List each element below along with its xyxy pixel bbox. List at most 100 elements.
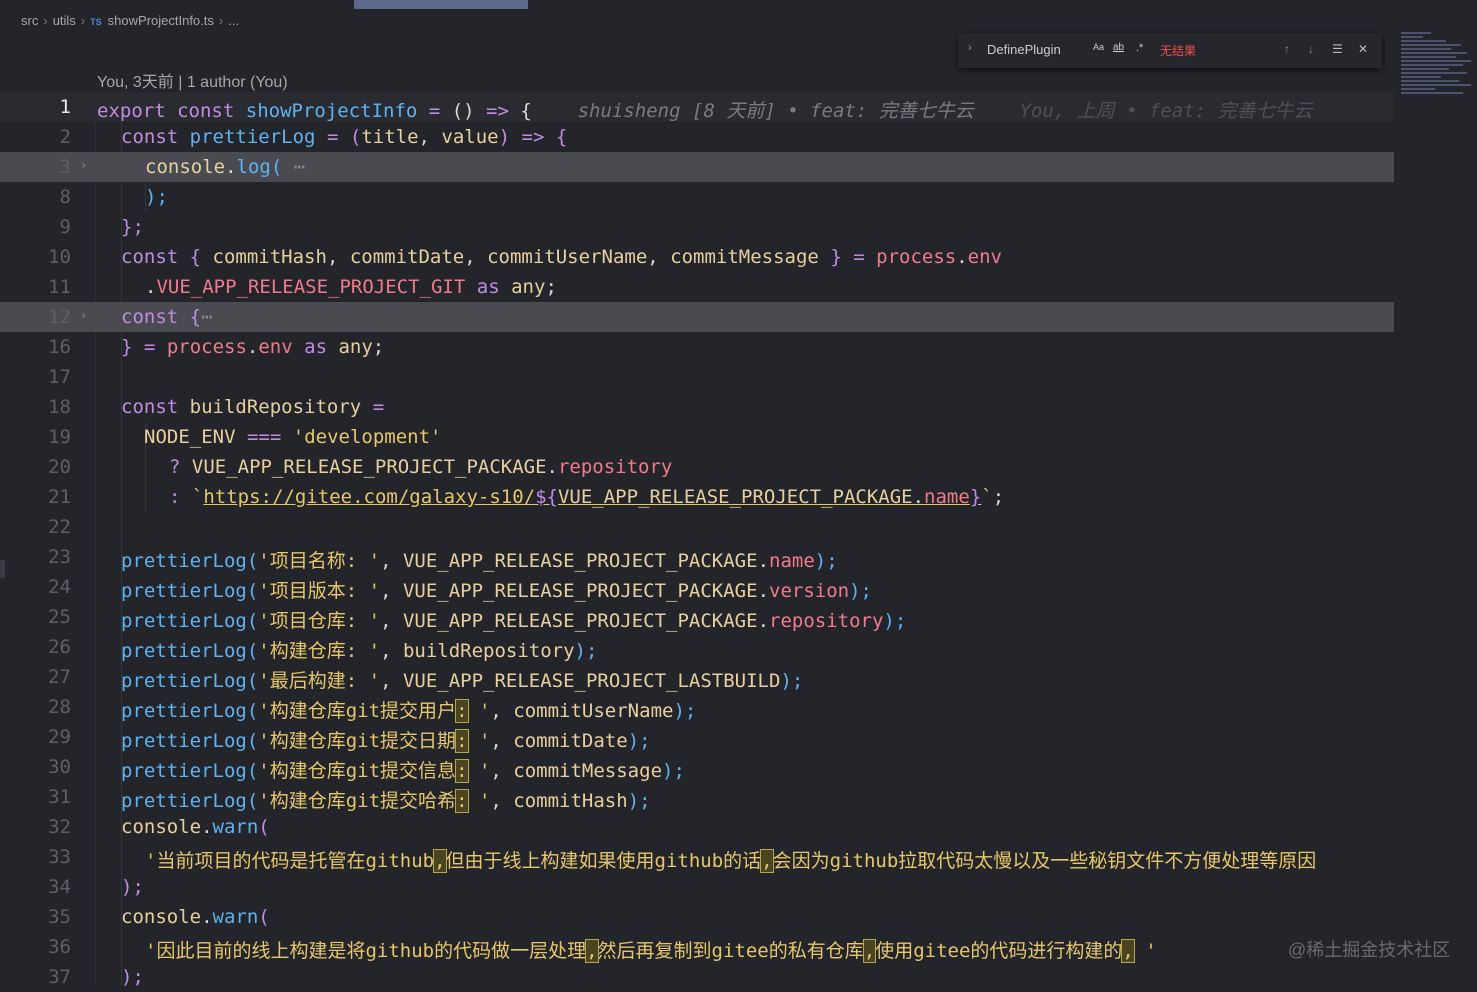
code-line-16[interactable]: 16 } = process.env as any; xyxy=(0,332,1394,362)
unicode-highlight-box: , xyxy=(433,849,447,873)
breadcrumb-item-file[interactable]: showProjectInfo.ts xyxy=(108,13,214,28)
code-line-12-folded[interactable]: 12 › const {⋯ xyxy=(0,302,1394,332)
token-string: ' xyxy=(467,700,491,722)
token-variable: console xyxy=(121,816,202,838)
code-line-27[interactable]: 27 prettierLog('最后构建: ', VUE_APP_RELEASE… xyxy=(0,662,1394,692)
code-line-8[interactable]: 8 ); xyxy=(0,182,1394,212)
token-url-link[interactable]: https://gitee.com/galaxy-s10/ xyxy=(203,486,535,508)
token-variable: commitDate xyxy=(513,730,628,752)
code-line-37[interactable]: 37 ); xyxy=(0,962,1394,992)
token-keyword: const xyxy=(177,100,235,122)
fold-chevron-icon[interactable]: › xyxy=(80,308,87,322)
folded-ellipsis-icon[interactable]: ⋯ xyxy=(294,156,305,178)
code-line-33[interactable]: 33 '当前项目的代码是托管在github,但由于线上构建如果使用github的… xyxy=(0,842,1394,873)
minimap[interactable] xyxy=(1401,30,1477,100)
code-line-23[interactable]: 23 prettierLog('项目名称: ', VUE_APP_RELEASE… xyxy=(0,542,1394,572)
minimap-line xyxy=(1401,36,1423,38)
code-line-32[interactable]: 32 console.warn( xyxy=(0,812,1394,842)
token-punct: . xyxy=(757,550,770,572)
token-property: name xyxy=(769,550,815,572)
token-property: env xyxy=(258,336,293,358)
code-line-1[interactable]: 1 export const showProjectInfo = () => {… xyxy=(0,92,1394,122)
code-line-24[interactable]: 24 prettierLog('项目版本: ', VUE_APP_RELEASE… xyxy=(0,572,1394,602)
code-line-31[interactable]: 31 prettierLog('构建仓库git提交哈希: ', commitHa… xyxy=(0,782,1394,813)
line-number: 21 xyxy=(48,486,71,508)
find-input[interactable]: DefinePlugin xyxy=(987,42,1061,57)
breadcrumb-item-src[interactable]: src xyxy=(21,13,38,28)
token-punct: ); xyxy=(883,610,907,632)
code-line-36[interactable]: 36 '因此目前的线上构建是将github的代码做一层处理,然后再复制到gite… xyxy=(0,932,1394,963)
close-icon[interactable]: ✕ xyxy=(1358,42,1368,56)
code-line-9[interactable]: 9 }; xyxy=(0,212,1394,242)
code-text: console.warn( xyxy=(121,816,270,838)
code-line-2[interactable]: 2 const prettierLog = (title, value) => … xyxy=(0,122,1394,152)
toggle-replace-chevron-icon[interactable]: › xyxy=(968,42,972,54)
minimap-line xyxy=(1401,56,1456,58)
code-text: ); xyxy=(145,186,168,208)
code-line-10[interactable]: 10 const { commitHash, commitDate, commi… xyxy=(0,242,1394,272)
token-punct: ( xyxy=(246,670,259,692)
code-text: ); xyxy=(121,876,144,898)
unicode-highlight-box: : xyxy=(455,789,469,813)
code-text: ); xyxy=(121,966,144,988)
token-object: process xyxy=(876,246,957,268)
code-line-3-folded[interactable]: 3 › console.log( ⋯ xyxy=(0,152,1394,182)
code-line-25[interactable]: 25 prettierLog('项目仓库: ', VUE_APP_RELEASE… xyxy=(0,602,1394,632)
folded-ellipsis-icon[interactable]: ⋯ xyxy=(201,306,212,328)
token-punct: , xyxy=(647,246,671,268)
token-punct: . xyxy=(225,156,237,178)
token-punct: ) xyxy=(498,126,511,148)
arrow-up-icon[interactable]: ↑ xyxy=(1284,42,1290,56)
code-line-34[interactable]: 34 ); xyxy=(0,872,1394,902)
code-line-28[interactable]: 28 prettierLog('构建仓库git提交用户: ', commitUs… xyxy=(0,692,1394,723)
code-line-30[interactable]: 30 prettierLog('构建仓库git提交信息: ', commitMe… xyxy=(0,752,1394,783)
find-in-selection-icon[interactable]: ☰ xyxy=(1332,42,1343,56)
line-number: 17 xyxy=(48,366,71,388)
code-line-20[interactable]: 20 ? VUE_APP_RELEASE_PROJECT_PACKAGE.rep… xyxy=(0,452,1394,482)
token-punct: ( xyxy=(246,550,259,572)
code-line-22[interactable]: 22 xyxy=(0,512,1394,542)
code-line-19[interactable]: 19 NODE_ENV === 'development' xyxy=(0,422,1394,452)
token-punct: ); xyxy=(673,700,697,722)
token-param: value xyxy=(441,126,499,148)
regex-toggle[interactable]: .* xyxy=(1136,42,1143,54)
token-function: log xyxy=(236,156,271,178)
token-string: '最后构建: ' xyxy=(258,670,381,692)
token-variable: VUE_APP_RELEASE_PROJECT_PACKAGE xyxy=(402,580,758,602)
token-property: VUE_APP_RELEASE_PROJECT_GIT xyxy=(156,276,466,298)
token-string: ' xyxy=(467,790,491,812)
token-punct: ( xyxy=(246,640,259,662)
fold-chevron-icon[interactable]: › xyxy=(80,158,87,172)
code-line-18[interactable]: 18 const buildRepository = xyxy=(0,392,1394,422)
token-punct: ); xyxy=(121,876,144,898)
code-text: .VUE_APP_RELEASE_PROJECT_GIT as any; xyxy=(145,276,557,298)
minimap-line xyxy=(1401,32,1431,34)
token-punct: ); xyxy=(780,670,804,692)
code-line-29[interactable]: 29 prettierLog('构建仓库git提交日期: ', commitDa… xyxy=(0,722,1394,753)
token-string: '因此目前的线上构建是将github的代码做一层处理 xyxy=(145,940,587,962)
code-line-21[interactable]: 21 : `https://gitee.com/galaxy-s10/${VUE… xyxy=(0,482,1394,512)
code-text: ? VUE_APP_RELEASE_PROJECT_PACKAGE.reposi… xyxy=(169,456,672,478)
token-string: '项目版本: ' xyxy=(258,580,381,602)
code-line-35[interactable]: 35 console.warn( xyxy=(0,902,1394,932)
token-function: prettierLog xyxy=(121,550,247,572)
active-tab-indicator[interactable] xyxy=(354,0,528,9)
breadcrumb-item-utils[interactable]: utils xyxy=(53,13,76,28)
code-line-26[interactable]: 26 prettierLog('构建仓库: ', buildRepository… xyxy=(0,632,1394,662)
line-number: 16 xyxy=(48,336,71,358)
token-punct: . xyxy=(757,610,770,632)
code-line-17[interactable]: 17 xyxy=(0,362,1394,392)
code-line-11[interactable]: 11 .VUE_APP_RELEASE_PROJECT_GIT as any; xyxy=(0,272,1394,302)
token-property: name xyxy=(924,486,970,508)
token-punct: . xyxy=(912,486,925,508)
token-variable: buildRepository xyxy=(402,640,575,662)
token-punct: . xyxy=(757,580,770,602)
minimap-line xyxy=(1401,68,1449,70)
token-function: prettierLog xyxy=(121,610,247,632)
whole-word-toggle[interactable]: ab xyxy=(1113,42,1124,53)
blame-codelens[interactable]: You, 3天前 | 1 author (You) xyxy=(97,68,288,92)
match-case-toggle[interactable]: Aa xyxy=(1093,42,1104,52)
token-punct: ( xyxy=(246,790,259,812)
breadcrumb-item-symbols[interactable]: ... xyxy=(228,13,239,28)
arrow-down-icon[interactable]: ↓ xyxy=(1308,42,1314,56)
